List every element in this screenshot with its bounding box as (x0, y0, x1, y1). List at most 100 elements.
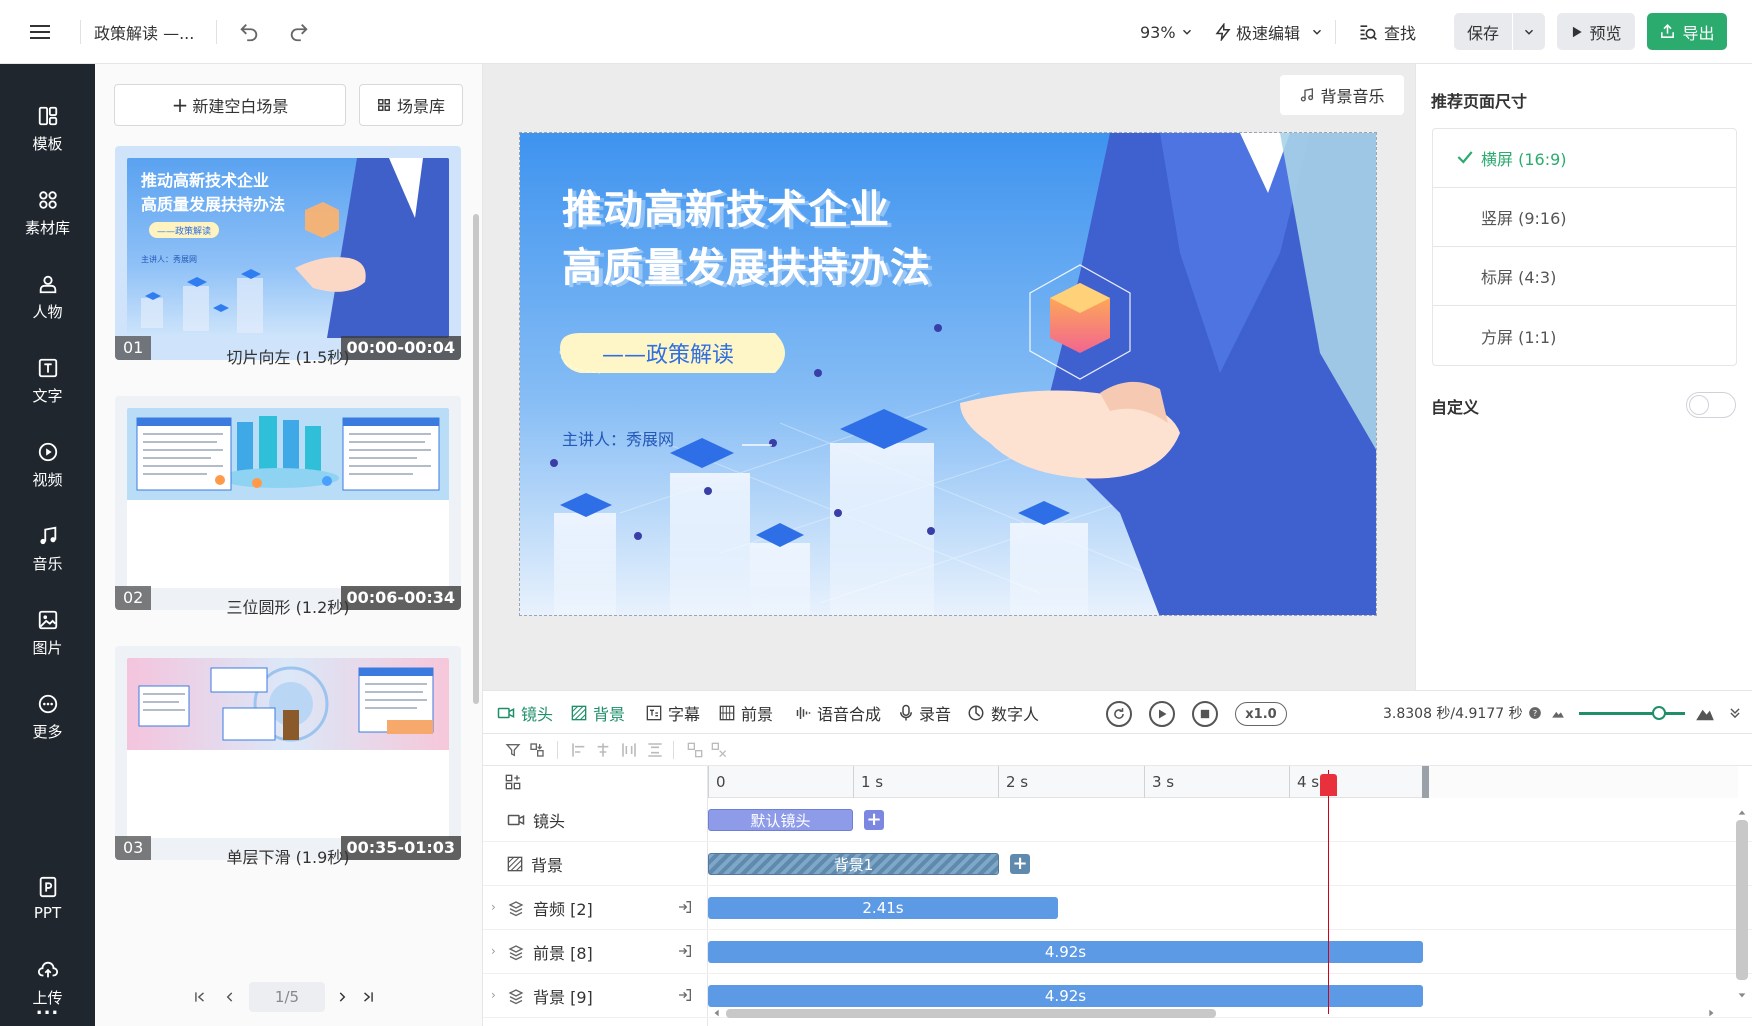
layer-sort-icon[interactable] (529, 742, 545, 758)
timeline-toolbar: 镜头 背景 字幕 前景 语音合成 录音 数字人 x1.0 3.8308 秒/4.… (483, 690, 1752, 734)
filter-icon[interactable] (505, 742, 521, 758)
tab-camera[interactable]: 镜头 (497, 691, 553, 735)
menu-icon[interactable] (28, 0, 52, 64)
timeline-zoom-slider[interactable] (1579, 706, 1685, 720)
new-blank-scene-button[interactable]: + 新建空白场景 (114, 84, 346, 126)
chevron-left-icon[interactable] (712, 1007, 722, 1019)
play-button[interactable] (1149, 701, 1175, 727)
tab-speech-synthesis[interactable]: 语音合成 (793, 691, 881, 735)
export-track-icon[interactable] (677, 943, 693, 959)
timeline-clip[interactable]: 背景1 (708, 853, 999, 875)
save-button[interactable]: 保存 (1454, 13, 1512, 50)
chevron-down-icon[interactable] (1736, 990, 1748, 1000)
add-clip-button[interactable]: + (1010, 854, 1030, 874)
search-icon (1360, 25, 1377, 41)
align-center-icon[interactable] (595, 742, 611, 758)
size-option-9-16[interactable]: 竖屏 (9:16) (1433, 188, 1736, 247)
timeline-clip[interactable]: 2.41s (708, 897, 1058, 919)
slide-canvas[interactable]: 推动高新技术企业 高质量发展扶持办法 ——政策解读 主讲人：秀展网 (519, 132, 1377, 616)
align-left-icon[interactable] (571, 742, 587, 758)
scene-card[interactable]: 02 00:06-00:34 (115, 396, 461, 610)
scene-transition-label[interactable]: 切片向左 (1.5秒) (115, 344, 461, 368)
timeline-clip[interactable]: 默认镜头 (708, 809, 853, 831)
zoom-out-icon[interactable] (1551, 691, 1565, 735)
scrollbar-thumb[interactable] (1736, 820, 1748, 980)
size-option-16-9[interactable]: 横屏 (16:9) (1433, 129, 1736, 188)
find-button[interactable]: 查找 (1358, 0, 1416, 64)
tab-recording[interactable]: 录音 (899, 691, 951, 735)
chevron-up-icon[interactable] (1736, 808, 1748, 818)
timeline-clip[interactable]: 4.92s (708, 985, 1423, 1007)
playhead-handle[interactable] (1320, 774, 1337, 796)
tab-background[interactable]: 背景 (571, 691, 625, 735)
document-title[interactable]: 政策解读 —... (94, 0, 194, 64)
slide-subtitle[interactable]: ——政策解读 (602, 337, 734, 369)
timeline-end-marker[interactable] (1422, 766, 1429, 798)
timeline-vertical-scrollbar[interactable] (1734, 808, 1750, 1008)
nav-item-ppt[interactable]: PPT (0, 864, 95, 934)
scene-transition-label[interactable]: 三位圆形 (1.2秒) (115, 594, 461, 618)
scene-transition-label[interactable]: 单层下滑 (1.9秒) (115, 844, 461, 868)
scene-list-scrollbar[interactable] (473, 214, 479, 704)
slide-title-line-1[interactable]: 推动高新技术企业 (562, 177, 890, 235)
quick-edit-menu[interactable]: 极速编辑 (1214, 0, 1324, 64)
tab-subtitle[interactable]: 字幕 (646, 691, 700, 735)
tab-foreground[interactable]: 前景 (719, 691, 773, 735)
page-indicator[interactable]: 1/5 (249, 982, 325, 1012)
nav-item-person[interactable]: 人物 (0, 262, 95, 332)
last-page-button[interactable] (361, 982, 375, 1012)
size-option-4-3[interactable]: 标屏 (4:3) (1433, 247, 1736, 306)
export-button[interactable]: 导出 (1647, 13, 1727, 50)
redo-icon[interactable] (288, 0, 310, 64)
export-track-icon[interactable] (677, 987, 693, 1003)
prev-page-button[interactable] (223, 982, 237, 1012)
slide-title-line-2[interactable]: 高质量发展扶持办法 (562, 235, 931, 293)
zoom-in-icon[interactable] (1695, 691, 1715, 735)
chevron-right-icon[interactable]: › (491, 900, 496, 914)
chevron-right-icon[interactable] (1706, 1007, 1716, 1019)
stop-button[interactable] (1192, 701, 1218, 727)
export-track-icon[interactable] (677, 899, 693, 915)
nav-item-more[interactable]: 更多 (0, 682, 95, 752)
distribute-v-icon[interactable] (647, 742, 663, 758)
distribute-h-icon[interactable] (621, 742, 637, 758)
chevron-right-icon[interactable]: › (491, 944, 496, 958)
playhead-line[interactable] (1328, 770, 1329, 1014)
replay-button[interactable] (1106, 701, 1132, 727)
preview-button[interactable]: 预览 (1557, 13, 1635, 50)
save-options-button[interactable] (1513, 13, 1545, 50)
timeline-clip[interactable]: 4.92s (708, 941, 1423, 963)
playback-speed-button[interactable]: x1.0 (1235, 702, 1287, 726)
nav-item-music[interactable]: 音乐 (0, 514, 95, 584)
find-label: 查找 (1384, 24, 1417, 43)
first-page-icon (195, 992, 204, 1002)
background-music-button[interactable]: 背景音乐 (1280, 75, 1404, 115)
first-page-button[interactable] (193, 982, 207, 1012)
timeline-zoom-knob[interactable] (1651, 706, 1666, 720)
upload-icon (37, 959, 59, 981)
size-option-1-1[interactable]: 方屏 (1:1) (1433, 306, 1736, 365)
undo-icon[interactable] (238, 0, 260, 64)
nav-overflow[interactable]: ... (0, 998, 95, 1019)
ungroup-icon[interactable] (711, 742, 727, 758)
custom-size-toggle[interactable] (1686, 392, 1736, 418)
nav-item-video[interactable]: 视频 (0, 430, 95, 500)
nav-item-template[interactable]: 模板 (0, 94, 95, 164)
nav-item-text[interactable]: 文字 (0, 346, 95, 416)
scene-card[interactable]: 03 00:35-01:03 (115, 646, 461, 860)
chevron-right-icon[interactable]: › (491, 988, 496, 1002)
tab-digital-human[interactable]: 数字人 (967, 691, 1039, 735)
nav-item-material[interactable]: 素材库 (0, 178, 95, 248)
scene-library-button[interactable]: 场景库 (359, 84, 463, 126)
next-page-button[interactable] (335, 982, 349, 1012)
help-icon[interactable]: ? (1528, 706, 1542, 720)
zoom-select[interactable]: 93% (1140, 0, 1194, 64)
scene-card[interactable]: 推动高新技术企业 高质量发展扶持办法 ——政策解读 主讲人：秀展网 01 00:… (115, 146, 461, 360)
timeline-horizontal-scrollbar[interactable] (712, 1006, 1718, 1020)
slide-speaker[interactable]: 主讲人：秀展网 (562, 426, 674, 450)
nav-item-image[interactable]: 图片 (0, 598, 95, 668)
add-clip-button[interactable]: + (864, 810, 884, 830)
collapse-timeline-icon[interactable] (1728, 691, 1742, 735)
scrollbar-thumb[interactable] (726, 1009, 1216, 1018)
group-icon[interactable] (687, 742, 703, 758)
